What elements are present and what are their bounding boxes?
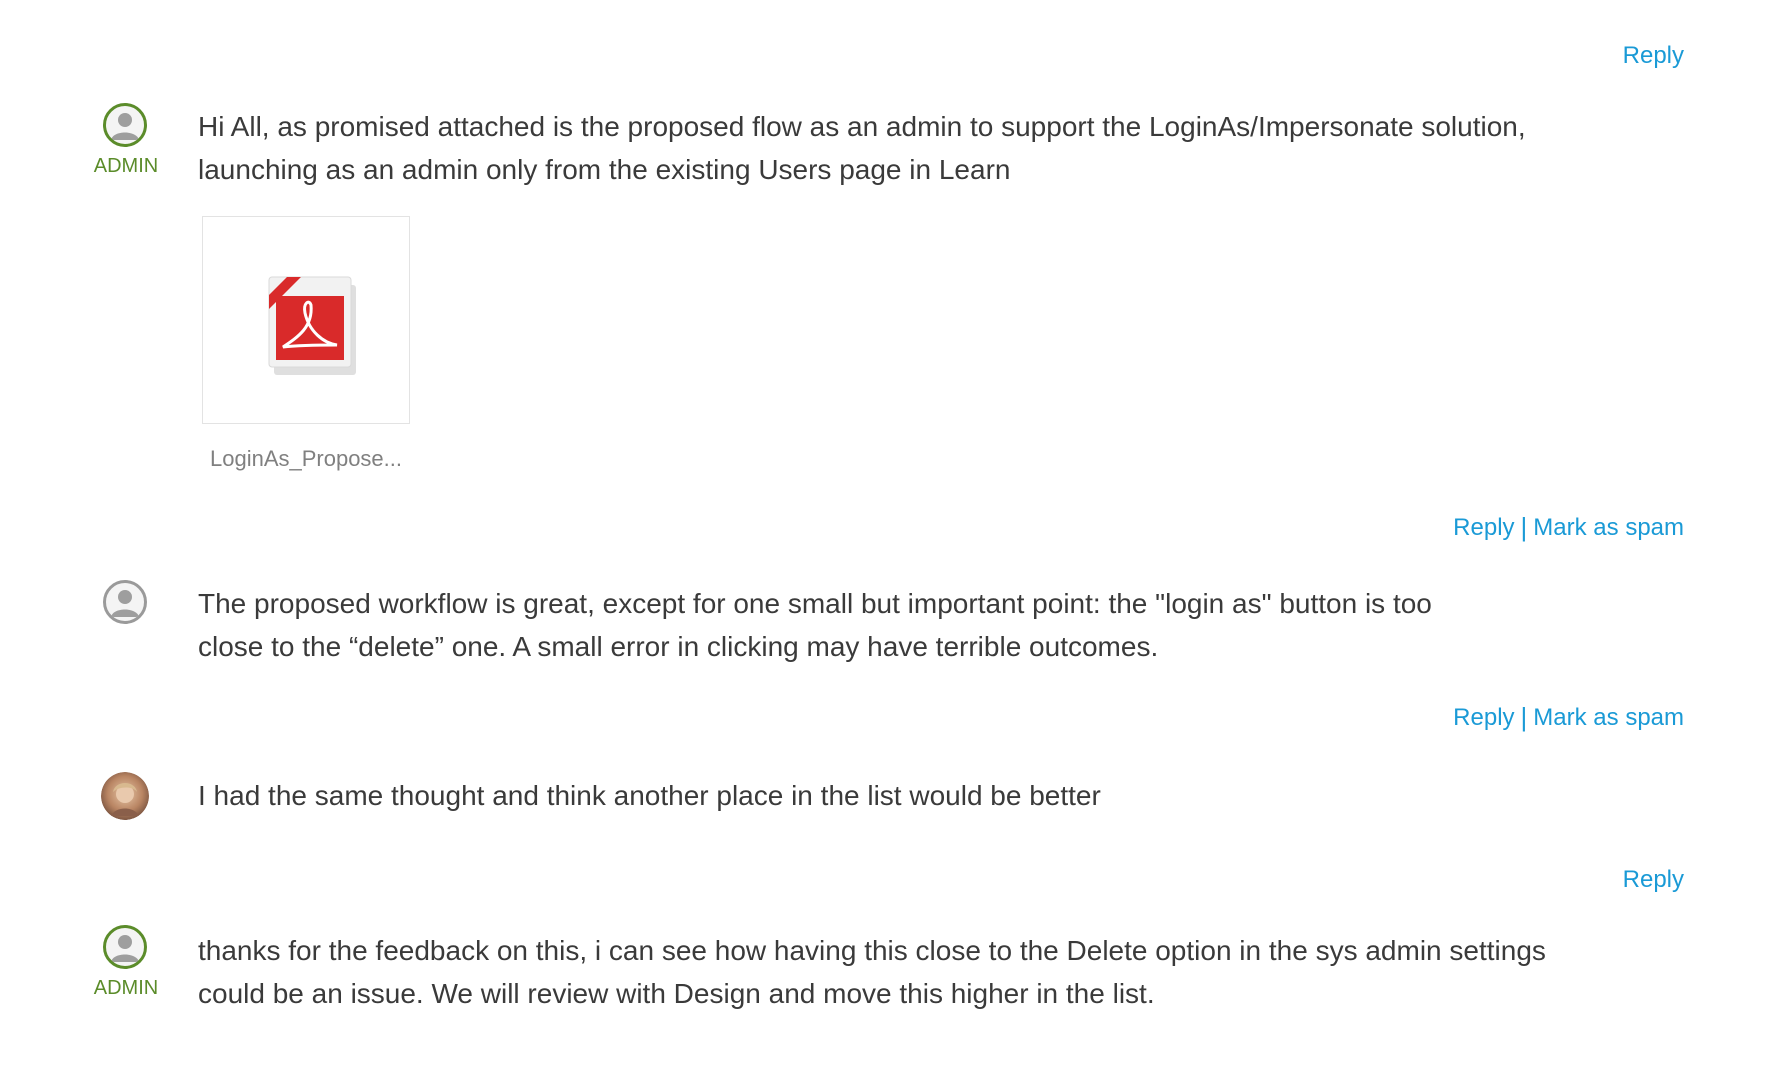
admin-role-label: ADMIN [93, 977, 159, 999]
comment-text: Hi All, as promised attached is the prop… [198, 105, 1526, 191]
action-separator: | [1520, 512, 1528, 542]
attachment-thumbnail[interactable] [202, 216, 410, 424]
comment-text-line: Hi All, as promised attached is the prop… [198, 111, 1526, 142]
reply-link[interactable]: Reply [1623, 866, 1684, 894]
comment-text-line: I had the same thought and think another… [198, 780, 1101, 811]
comment-text-line: thanks for the feedback on this, i can s… [198, 935, 1546, 966]
comment-1-actions: Reply | Mark as spam [1453, 512, 1684, 543]
top-action-bar: Reply [1623, 42, 1684, 70]
comment-text-line: close to the “delete” one. A small error… [198, 631, 1159, 662]
reply-link[interactable]: Reply [1623, 42, 1684, 70]
comment-text: The proposed workflow is great, except f… [198, 582, 1432, 668]
user-icon [111, 935, 139, 962]
comment-3-actions: Reply [1623, 866, 1684, 894]
user-icon [111, 590, 139, 617]
avatar[interactable] [103, 103, 147, 147]
user-photo-icon [101, 772, 149, 820]
attachment-filename[interactable]: LoginAs_Propose... [202, 446, 410, 472]
comment-text-line: The proposed workflow is great, except f… [198, 588, 1432, 619]
avatar[interactable] [103, 925, 147, 969]
mark-as-spam-link[interactable]: Mark as spam [1533, 514, 1684, 542]
user-icon [111, 113, 139, 140]
comment-text: thanks for the feedback on this, i can s… [198, 929, 1546, 1015]
admin-role-label: ADMIN [93, 155, 159, 177]
avatar[interactable] [101, 772, 149, 820]
reply-link[interactable]: Reply [1453, 514, 1514, 542]
comment-text-line: launching as an admin only from the exis… [198, 154, 1011, 185]
pdf-icon [268, 276, 356, 375]
comment-2-actions: Reply | Mark as spam [1453, 702, 1684, 733]
mark-as-spam-link[interactable]: Mark as spam [1533, 704, 1684, 732]
comment-text: I had the same thought and think another… [198, 774, 1101, 817]
avatar[interactable] [103, 580, 147, 624]
comment-text-line: could be an issue. We will review with D… [198, 978, 1155, 1009]
reply-link[interactable]: Reply [1453, 704, 1514, 732]
action-separator: | [1520, 702, 1528, 732]
